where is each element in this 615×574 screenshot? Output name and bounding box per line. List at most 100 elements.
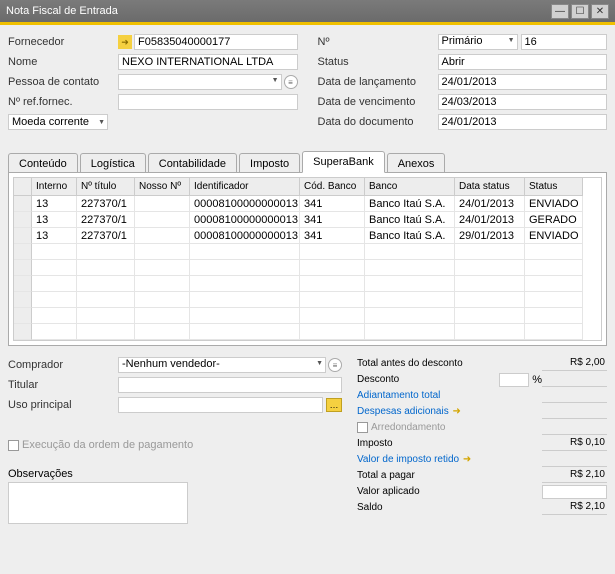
cell-data: 24/01/2013 — [455, 212, 525, 228]
col-nosso[interactable]: Nosso Nº — [135, 178, 190, 196]
desconto-pct-field[interactable] — [499, 373, 529, 387]
cell-cod: 341 — [300, 212, 365, 228]
row-header[interactable] — [14, 228, 32, 244]
pessoa-select[interactable] — [118, 74, 282, 90]
cell-titulo: 227370/1 — [77, 228, 135, 244]
table-row-empty — [14, 260, 601, 276]
fornecedor-lookup-icon[interactable]: ➜ — [118, 35, 132, 49]
tab-anexos[interactable]: Anexos — [387, 153, 446, 173]
execucao-label: Execução da ordem de pagamento — [22, 439, 193, 451]
valor-aplicado-field[interactable] — [542, 485, 607, 499]
row-header[interactable] — [14, 196, 32, 212]
arrow-icon: ➜ — [461, 454, 473, 466]
uso-browse-button[interactable]: … — [326, 398, 342, 412]
cell-titulo: 227370/1 — [77, 212, 135, 228]
valor-ret-link[interactable]: Valor de imposto retido➜ — [357, 454, 542, 466]
uso-field[interactable] — [118, 397, 323, 413]
table-row-empty — [14, 292, 601, 308]
no-field[interactable]: 16 — [521, 34, 608, 50]
moeda-label: Moeda corrente — [12, 116, 89, 128]
cell-ident: 00008100000000013 — [190, 228, 300, 244]
table-row-empty — [14, 308, 601, 324]
valor-ret-value — [542, 453, 607, 467]
lancamento-label: Data de lançamento — [318, 76, 438, 88]
vencimento-field[interactable]: 24/03/2013 — [438, 94, 608, 110]
nome-field[interactable]: NEXO INTERNATIONAL LTDA — [118, 54, 298, 70]
cell-banco: Banco Itaú S.A. — [365, 212, 455, 228]
row-header[interactable] — [14, 212, 32, 228]
col-titulo[interactable]: Nº título — [77, 178, 135, 196]
cell-banco: Banco Itaú S.A. — [365, 228, 455, 244]
table-row[interactable]: 13227370/100008100000000013341Banco Itaú… — [14, 228, 601, 244]
title-bar: Nota Fiscal de Entrada — ☐ ✕ — [0, 0, 615, 22]
col-identificador[interactable]: Identificador — [190, 178, 300, 196]
table-row[interactable]: 13227370/100008100000000013341Banco Itaú… — [14, 196, 601, 212]
documento-field[interactable]: 24/01/2013 — [438, 114, 608, 130]
tab-imposto[interactable]: Imposto — [239, 153, 300, 173]
status-label: Status — [318, 56, 438, 68]
cell-interno: 13 — [32, 212, 77, 228]
lancamento-field[interactable]: 24/01/2013 — [438, 74, 608, 90]
comprador-select[interactable]: -Nenhum vendedor- — [118, 357, 326, 373]
minimize-button[interactable]: — — [551, 4, 569, 19]
cell-status: GERADO — [525, 212, 583, 228]
maximize-icon: ☐ — [576, 6, 585, 17]
col-banco[interactable]: Banco — [365, 178, 455, 196]
execucao-checkbox[interactable] — [8, 440, 19, 451]
cell-ident: 00008100000000013 — [190, 196, 300, 212]
obs-textarea[interactable] — [8, 482, 188, 524]
cell-nosso — [135, 196, 190, 212]
titular-field[interactable] — [118, 377, 342, 393]
total-pagar-value: R$ 2,10 — [542, 469, 607, 483]
pessoa-label: Pessoa de contato — [8, 76, 118, 88]
fornecedor-label: Fornecedor — [8, 36, 118, 48]
tab-contabilidade[interactable]: Contabilidade — [148, 153, 237, 173]
col-cod-banco[interactable]: Cód. Banco — [300, 178, 365, 196]
table-row-empty — [14, 244, 601, 260]
total-antes-value: R$ 2,00 — [542, 357, 607, 371]
fornecedor-field[interactable]: F05835040000177 — [134, 34, 298, 50]
saldo-value: R$ 2,10 — [542, 501, 607, 515]
maximize-button[interactable]: ☐ — [571, 4, 589, 19]
total-antes-label: Total antes do desconto — [357, 358, 542, 369]
tab-superabank[interactable]: SuperaBank — [302, 151, 385, 173]
table-row-empty — [14, 276, 601, 292]
pct-label: % — [532, 374, 542, 386]
arredond-checkbox[interactable] — [357, 422, 368, 433]
pessoa-info-icon[interactable]: ≡ — [284, 75, 298, 89]
imposto-label: Imposto — [357, 438, 542, 449]
window-title: Nota Fiscal de Entrada — [6, 5, 549, 17]
arredond-label: Arredondamento — [371, 422, 542, 433]
adiantamento-link[interactable]: Adiantamento total — [357, 390, 542, 401]
no-label: Nº — [318, 36, 438, 48]
refforn-field[interactable] — [118, 94, 298, 110]
table-row-empty — [14, 324, 601, 340]
despesas-value — [542, 405, 607, 419]
despesas-link[interactable]: Despesas adicionais➜ — [357, 406, 542, 418]
cell-cod: 341 — [300, 228, 365, 244]
nome-value: NEXO INTERNATIONAL LTDA — [122, 56, 273, 68]
tab-logística[interactable]: Logística — [80, 153, 146, 173]
close-icon: ✕ — [596, 6, 604, 17]
titular-label: Titular — [8, 379, 118, 391]
close-button[interactable]: ✕ — [591, 4, 609, 19]
uso-label: Uso principal — [8, 399, 118, 411]
fornecedor-value: F05835040000177 — [138, 36, 230, 48]
no-type-select[interactable]: Primário — [438, 34, 518, 50]
cell-status: ENVIADO — [525, 196, 583, 212]
moeda-select[interactable]: Moeda corrente — [8, 114, 108, 130]
arredond-value — [542, 421, 607, 435]
status-field[interactable]: Abrir — [438, 54, 608, 70]
col-interno[interactable]: Interno — [32, 178, 77, 196]
tab-conteúdo[interactable]: Conteúdo — [8, 153, 78, 173]
col-data-status[interactable]: Data status — [455, 178, 525, 196]
tabs: ConteúdoLogísticaContabilidadeImpostoSup… — [8, 151, 607, 173]
comprador-info-icon[interactable]: ≡ — [328, 358, 342, 372]
minimize-icon: — — [555, 6, 565, 17]
col-status[interactable]: Status — [525, 178, 583, 196]
cell-ident: 00008100000000013 — [190, 212, 300, 228]
cell-status: ENVIADO — [525, 228, 583, 244]
cell-data: 29/01/2013 — [455, 228, 525, 244]
adiantamento-value — [542, 389, 607, 403]
table-row[interactable]: 13227370/1 00008100000000013341Banco Itaú… — [14, 212, 601, 228]
